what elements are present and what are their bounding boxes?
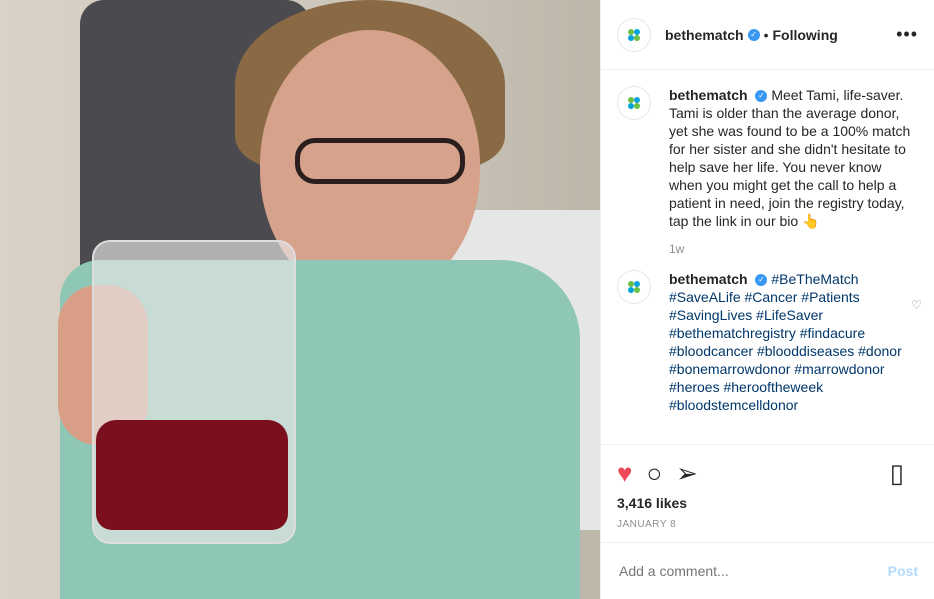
comment-text-block: bethematch ✓ #BeTheMatch #SaveALife #Can… xyxy=(669,270,918,414)
post-header: bethematch ✓ • Following ••• xyxy=(601,0,934,70)
comment: bethematch ✓ #BeTheMatch #SaveALife #Can… xyxy=(617,270,918,414)
more-options-icon[interactable]: ••• xyxy=(896,24,918,45)
post-comment-button[interactable]: Post xyxy=(888,563,918,579)
logo-icon xyxy=(628,281,640,293)
following-button[interactable]: Following xyxy=(772,27,837,43)
bookmark-icon[interactable]: ▯ xyxy=(890,458,904,489)
logo-icon xyxy=(628,97,640,109)
header-username[interactable]: bethematch xyxy=(665,27,744,43)
caption: bethematch ✓ Meet Tami, life-saver. Tami… xyxy=(617,86,918,258)
comment-username[interactable]: bethematch xyxy=(669,271,748,287)
photo-blood xyxy=(96,420,288,530)
verified-badge-icon: ✓ xyxy=(755,274,768,287)
comments-area[interactable]: bethematch ✓ Meet Tami, life-saver. Tami… xyxy=(601,70,934,444)
small-heart-icon[interactable]: ♡ xyxy=(911,298,922,312)
verified-badge-icon: ✓ xyxy=(747,28,760,41)
verified-badge-icon: ✓ xyxy=(755,90,768,103)
separator-dot: • xyxy=(763,26,769,43)
post-sidebar: bethematch ✓ • Following ••• bethematch … xyxy=(600,0,934,599)
comment-input[interactable] xyxy=(617,562,888,580)
photo-glasses xyxy=(295,138,465,184)
post-actions: ♥ ○ ➢ ▯ 3,416 likes JANUARY 8 xyxy=(601,444,934,542)
caption-avatar[interactable] xyxy=(617,86,651,120)
instagram-post: bethematch ✓ • Following ••• bethematch … xyxy=(0,0,934,599)
share-icon[interactable]: ➢ xyxy=(676,458,698,489)
caption-time[interactable]: 1w xyxy=(669,240,918,258)
caption-username[interactable]: bethematch xyxy=(669,87,748,103)
caption-text: Meet Tami, life-saver. Tami is older tha… xyxy=(669,87,911,229)
logo-icon xyxy=(628,28,640,41)
action-icons: ♥ ○ ➢ ▯ xyxy=(617,453,918,493)
comment-icon[interactable]: ○ xyxy=(646,458,662,489)
avatar[interactable] xyxy=(617,17,651,52)
add-comment-bar: Post xyxy=(601,542,934,599)
post-date[interactable]: JANUARY 8 xyxy=(617,519,918,542)
comment-hashtags[interactable]: #BeTheMatch #SaveALife #Cancer #Patients… xyxy=(669,271,902,413)
likes-count[interactable]: 3,416 likes xyxy=(617,495,918,511)
comment-avatar[interactable] xyxy=(617,270,651,304)
heart-icon[interactable]: ♥ xyxy=(617,458,632,489)
caption-text-block: bethematch ✓ Meet Tami, life-saver. Tami… xyxy=(669,86,918,258)
post-photo[interactable] xyxy=(0,0,600,599)
